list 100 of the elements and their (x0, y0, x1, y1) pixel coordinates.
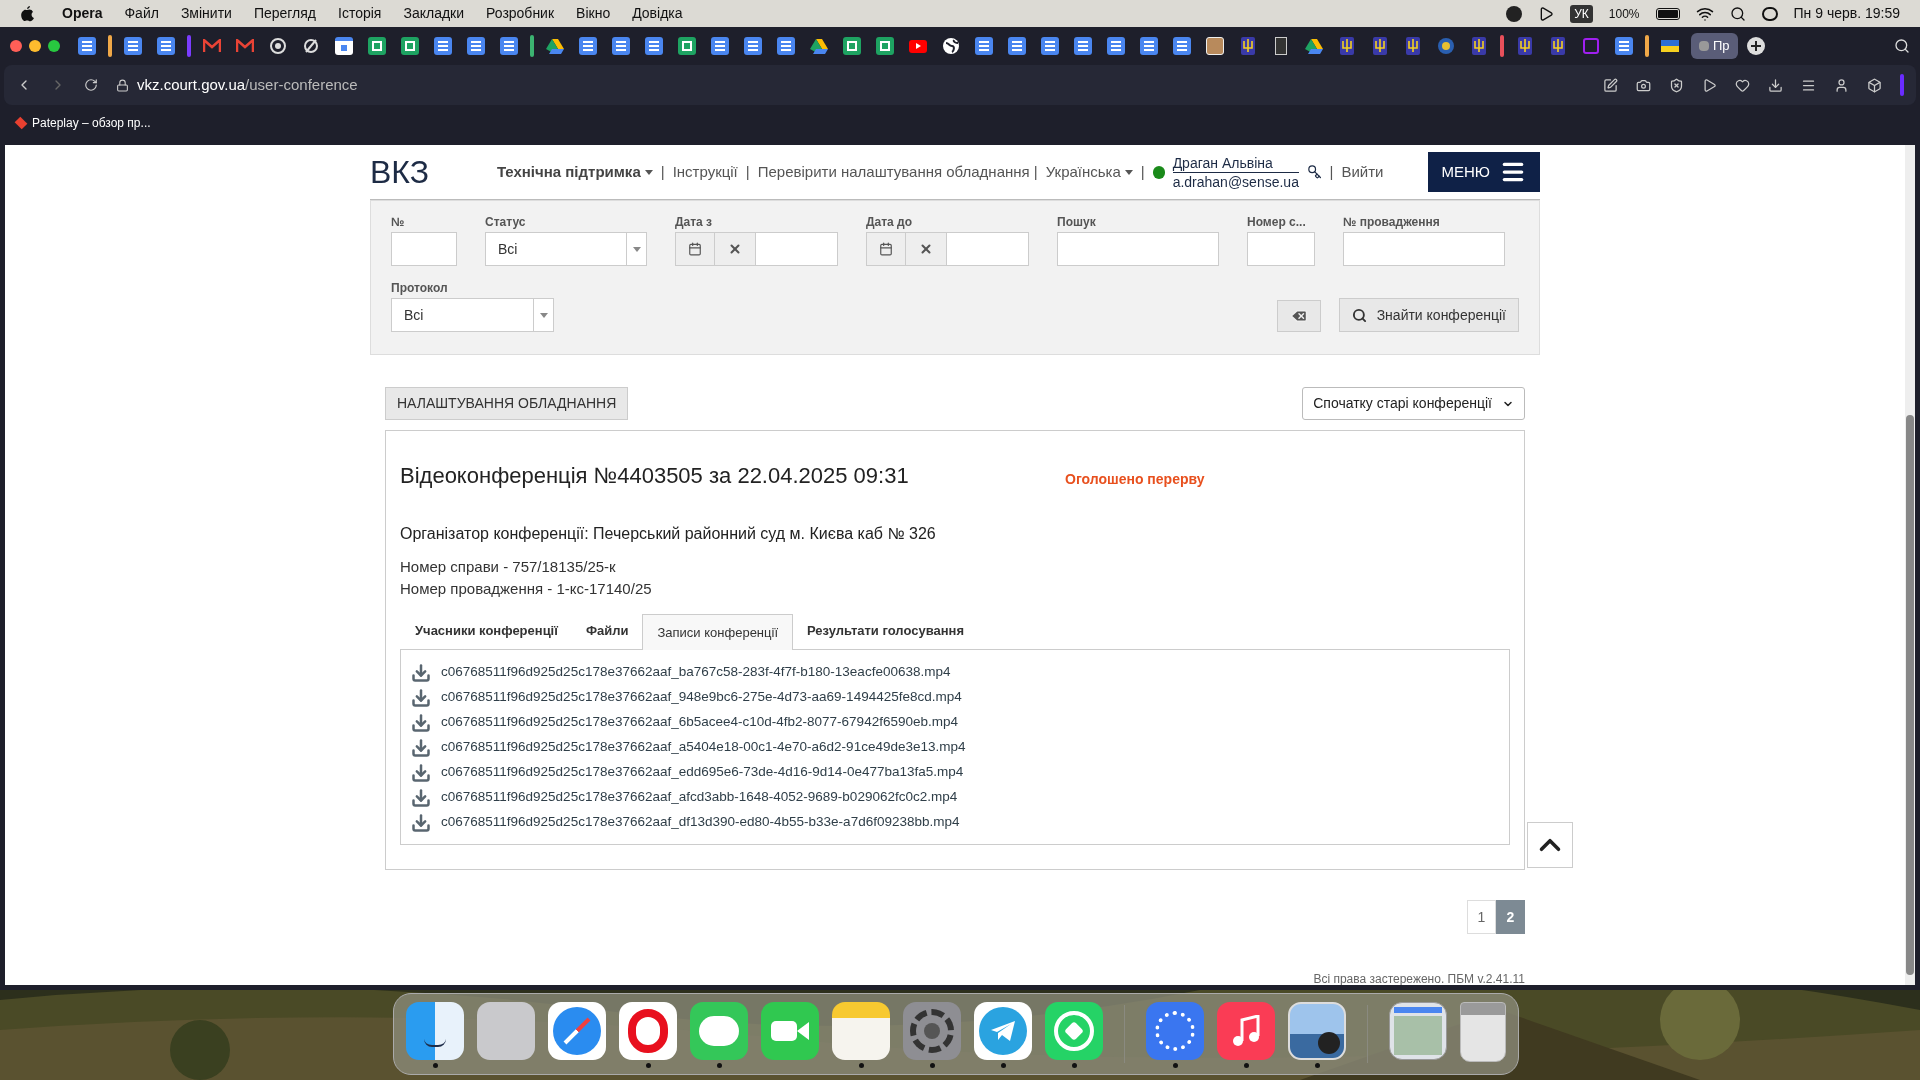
mail-icon[interactable] (236, 39, 254, 53)
equipment-settings-button[interactable]: НАЛАШТУВАННЯ ОБЛАДНАННЯ (385, 387, 629, 420)
spreadsheet-icon[interactable] (876, 37, 894, 55)
triangle-icon[interactable] (546, 38, 564, 54)
battery-icon[interactable] (1655, 7, 1680, 20)
nav-link[interactable]: Перевірити налаштування обладнання | (757, 160, 1038, 184)
page-button[interactable]: 2 (1496, 900, 1525, 934)
slashed-circle-icon[interactable] (302, 37, 320, 55)
menu-button[interactable]: МЕНЮ (1427, 152, 1540, 192)
document-icon[interactable] (500, 37, 518, 55)
download-icon[interactable] (411, 662, 431, 683)
minimize-window-icon[interactable] (29, 40, 41, 52)
reload-icon[interactable] (84, 78, 98, 92)
camera-icon[interactable] (1636, 77, 1651, 93)
menu-item[interactable]: Вікно (576, 3, 611, 24)
document-icon[interactable] (645, 37, 663, 55)
input-field[interactable] (1247, 232, 1315, 266)
spreadsheet-icon[interactable] (368, 37, 386, 55)
bookmark[interactable]: Pateplay – обзор пр... (16, 113, 151, 132)
tab-group-marker[interactable] (1645, 35, 1649, 57)
music-note-icon[interactable] (1217, 1002, 1275, 1060)
apple-logo-icon[interactable] (20, 5, 34, 22)
conference-tab[interactable]: Результати голосування (793, 613, 978, 649)
document-icon[interactable] (124, 37, 142, 55)
phone-bubble-icon[interactable] (1045, 1002, 1103, 1060)
recording-link[interactable]: c06768511f96d925d25c178e37662aaf_ba767c58-283f-4f7f-b180-13eacfe00638.mp4 (441, 662, 951, 683)
gear-icon[interactable] (903, 1002, 961, 1060)
tab-group-marker[interactable] (187, 35, 191, 57)
photo-viewer-icon[interactable] (1288, 1002, 1346, 1060)
location-icon[interactable] (1506, 5, 1523, 22)
date-field[interactable] (946, 232, 1029, 266)
document-icon[interactable] (1107, 37, 1125, 55)
play-icon[interactable] (1538, 5, 1555, 22)
document-icon[interactable] (1173, 37, 1191, 55)
download-icon[interactable] (411, 787, 431, 808)
shield-icon[interactable] (1669, 77, 1684, 93)
clear-button[interactable] (906, 232, 946, 266)
menu-item[interactable]: Перегляд (253, 3, 316, 24)
menu-item[interactable]: Розробник (486, 3, 555, 24)
search-icon[interactable] (1729, 5, 1746, 22)
control-center-icon[interactable] (1761, 6, 1778, 21)
clear-button[interactable] (715, 232, 755, 266)
spreadsheet-icon[interactable] (678, 37, 696, 55)
speech-bubble-icon[interactable] (1146, 1002, 1204, 1060)
window-thumbnail-icon[interactable] (1389, 1002, 1447, 1060)
status-select[interactable]: Всі (485, 232, 647, 266)
document-icon[interactable] (1041, 37, 1059, 55)
document-icon[interactable] (711, 37, 729, 55)
document-icon[interactable] (434, 37, 452, 55)
trident-icon[interactable] (1551, 37, 1565, 55)
find-conferences-button[interactable]: Знайти конференції (1338, 298, 1519, 332)
scrollbar-thumb[interactable] (1906, 415, 1914, 975)
document-icon[interactable] (157, 37, 175, 55)
trident-icon[interactable] (1406, 37, 1420, 55)
browser-tab[interactable]: Пр (1691, 33, 1738, 59)
site-logo[interactable]: ВКЗ (370, 148, 489, 196)
recording-link[interactable]: c06768511f96d925d25c178e37662aaf_6b5acee4-c10d-4fb2-8077-67942f6590eb.mp4 (441, 712, 958, 733)
input-field[interactable] (391, 232, 457, 266)
spreadsheet-icon[interactable] (401, 37, 419, 55)
user-name[interactable]: Драган Альвіна (1172, 153, 1299, 173)
input-field[interactable] (1343, 232, 1505, 266)
circle-icon[interactable] (269, 37, 287, 55)
date-field[interactable] (755, 232, 838, 266)
calendar-button[interactable] (866, 232, 906, 266)
paper-plane-icon[interactable] (974, 1002, 1032, 1060)
nav-dropdown[interactable]: Українська (1045, 160, 1133, 184)
logout-link[interactable]: Вийти (1341, 160, 1384, 184)
opera-icon[interactable] (619, 1002, 677, 1060)
conference-tab[interactable]: Файли (571, 613, 643, 649)
video-icon[interactable] (909, 39, 927, 53)
menu-item[interactable]: Змінити (180, 3, 232, 24)
download-icon[interactable] (1768, 77, 1783, 93)
nav-link[interactable]: Інструкції (672, 160, 738, 184)
new-tab-button[interactable] (1746, 37, 1765, 55)
edit-icon[interactable] (1603, 77, 1618, 93)
compass-icon[interactable] (548, 1002, 606, 1060)
document-icon[interactable] (78, 37, 96, 55)
download-icon[interactable] (411, 762, 431, 783)
conference-tab[interactable]: Учасники конференції (401, 613, 572, 649)
document-icon[interactable] (612, 37, 630, 55)
tab-group-marker[interactable] (1500, 35, 1504, 57)
close-window-icon[interactable] (10, 40, 22, 52)
search-icon[interactable] (1894, 38, 1910, 54)
flag-icon[interactable] (1661, 40, 1679, 52)
tab-group-marker[interactable] (108, 35, 112, 57)
menu-item[interactable]: Закладки (403, 3, 465, 24)
download-icon[interactable] (411, 712, 431, 733)
calendar-button[interactable] (675, 232, 715, 266)
download-icon[interactable] (411, 737, 431, 758)
emblem-icon[interactable] (1437, 37, 1455, 55)
document-icon[interactable] (1615, 37, 1633, 55)
tab-group-marker[interactable] (530, 35, 534, 57)
box-icon[interactable] (1867, 77, 1882, 93)
triangle-icon[interactable] (810, 38, 828, 54)
trident-icon[interactable] (1518, 37, 1532, 55)
recording-link[interactable]: c06768511f96d925d25c178e37662aaf_a5404e18-00c1-4e70-a6d2-91ce49de3e13.mp4 (441, 737, 966, 758)
recording-link[interactable]: c06768511f96d925d25c178e37662aaf_df13d390-ed80-4b55-b33e-a7d6f09238bb.mp4 (441, 812, 960, 833)
photo-icon[interactable] (1206, 37, 1224, 55)
chat-bubble-icon[interactable] (690, 1002, 748, 1060)
spreadsheet-icon[interactable] (843, 37, 861, 55)
